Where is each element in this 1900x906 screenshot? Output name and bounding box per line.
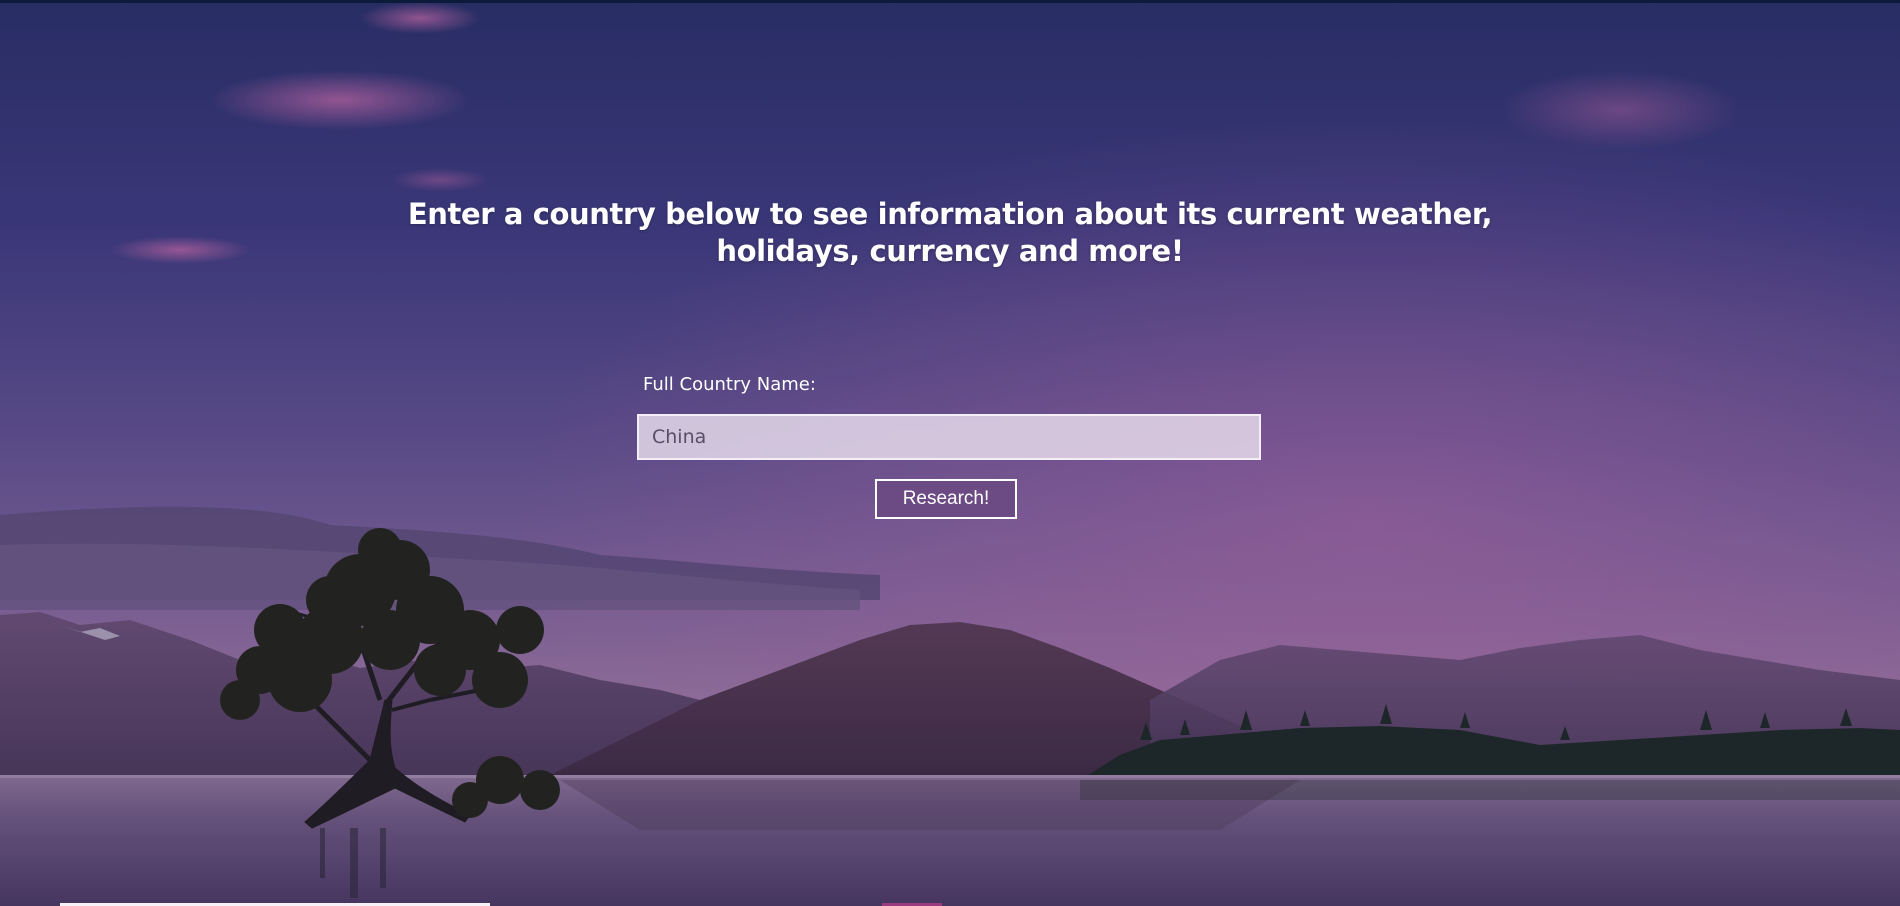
research-button[interactable]: Research! [875, 479, 1017, 519]
top-window-edge [0, 0, 1900, 3]
page-heading: Enter a country below to see information… [407, 197, 1493, 268]
country-name-label: Full Country Name: [643, 374, 816, 395]
country-name-input[interactable] [637, 414, 1261, 460]
